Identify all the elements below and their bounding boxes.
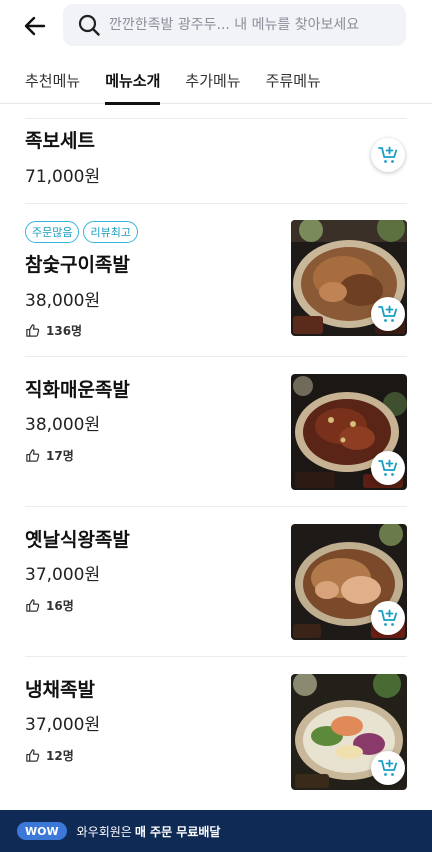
tab-menu-intro[interactable]: 메뉴소개 [105, 56, 161, 105]
thumbs-up-icon [25, 323, 41, 339]
menu-item-price: 37,000원 [25, 715, 101, 735]
wow-banner-text: 와우회원은 [76, 824, 132, 839]
divider [25, 118, 407, 119]
divider [25, 203, 407, 204]
like-count-value: 12명 [46, 749, 74, 763]
like-count-value: 16명 [46, 599, 74, 613]
header [0, 0, 432, 52]
thumbs-up-icon [25, 748, 41, 764]
divider [25, 506, 407, 507]
cart-plus-icon [378, 609, 398, 626]
add-to-cart-button[interactable] [371, 297, 405, 331]
like-count-value: 17명 [46, 449, 74, 463]
cart-plus-icon [378, 305, 398, 322]
tab-drinks[interactable]: 주류메뉴 [266, 56, 321, 104]
menu-item-name: 참숯구이족발 [25, 254, 130, 276]
search-icon [77, 13, 101, 37]
menu-item-name: 냉채족발 [25, 679, 95, 701]
like-count: 136명 [25, 322, 82, 339]
tab-additional[interactable]: 추가메뉴 [185, 56, 240, 104]
like-count: 12명 [25, 747, 74, 764]
popular-badge: 주문많음 [25, 221, 80, 243]
cart-plus-icon [378, 759, 398, 776]
like-count: 17명 [25, 447, 74, 464]
best-review-badge: 리뷰최고 [83, 221, 138, 243]
add-to-cart-button[interactable] [371, 601, 405, 635]
add-to-cart-button[interactable] [371, 751, 405, 785]
thumbs-up-icon [25, 448, 41, 464]
like-count: 16명 [25, 597, 74, 614]
menu-item-price: 38,000원 [25, 415, 101, 435]
cart-plus-icon [378, 146, 398, 163]
tab-recommended[interactable]: 추천메뉴 [25, 56, 80, 104]
menu-item-name: 옛날식왕족발 [25, 529, 130, 551]
divider [25, 656, 407, 657]
thumbs-up-icon [25, 598, 41, 614]
menu-item-price: 71,000원 [25, 167, 101, 187]
search-input[interactable] [109, 17, 399, 33]
wow-banner-highlight: 매 주문 무료배달 [134, 824, 221, 839]
badge-group: 주문많음 리뷰최고 [25, 221, 138, 243]
menu-item-price: 37,000원 [25, 565, 101, 585]
wow-membership-banner[interactable]: WOW 와우회원은 매 주문 무료배달 [0, 810, 432, 852]
divider [25, 356, 407, 357]
menu-item-price: 38,000원 [25, 291, 101, 311]
search-box[interactable] [63, 4, 406, 46]
menu-item-name: 직화매운족발 [25, 379, 130, 401]
add-to-cart-button[interactable] [371, 451, 405, 485]
back-arrow-icon[interactable] [22, 13, 48, 39]
menu-tabs: 추천메뉴 메뉴소개 추가메뉴 주류메뉴 [0, 56, 432, 105]
cart-plus-icon [378, 459, 398, 476]
add-to-cart-button[interactable] [371, 138, 405, 172]
menu-item-name: 족보세트 [25, 130, 95, 152]
wow-badge: WOW [17, 822, 67, 840]
like-count-value: 136명 [46, 324, 83, 338]
